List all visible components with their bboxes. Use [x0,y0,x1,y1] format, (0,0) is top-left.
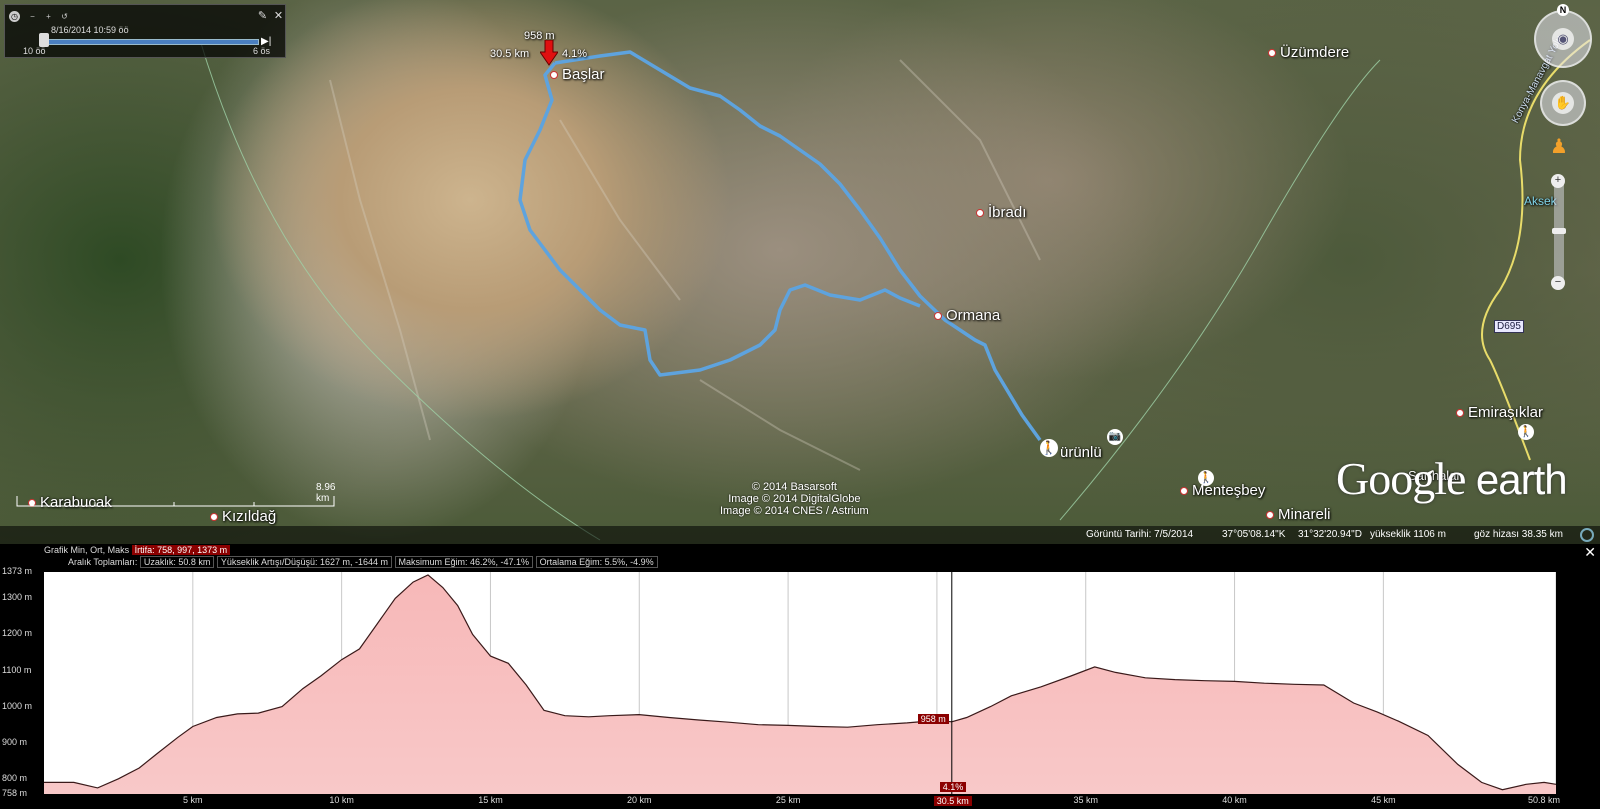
hiker-icon[interactable]: 🚶 [1040,439,1058,457]
y-tick-label: 1000 m [2,700,33,711]
slider-start-label: 10 öö [23,46,46,56]
x-tick-label: 5 km [183,795,203,805]
place-label[interactable]: ürünlü [1060,444,1102,461]
hiker-icon[interactable]: 🚶 [1198,470,1214,486]
place-label[interactable]: İbradı [976,204,1026,221]
altitude-stat[interactable]: İrtifa: 758, 997, 1373 m [131,545,231,555]
elevation-readout: yükseklik 1106 m [1370,529,1446,540]
x-tick-label: 45 km [1371,795,1396,805]
credit-line: © 2014 Basarsoft [751,481,837,493]
credit-line: Image © 2014 DigitalGlobe [728,493,861,505]
longitude: 31°32'20.94"D [1298,529,1362,540]
x-tick-label: 15 km [478,795,503,805]
time-slider-thumb[interactable] [39,33,49,47]
y-tick-label: 900 m [2,736,28,747]
look-joystick[interactable]: N ◉ [1534,4,1592,68]
zoom-minus-icon[interactable]: − [1551,276,1565,290]
credit-line: Image © 2014 CNES / Astrium [720,505,869,517]
status-bar: Görüntü Tarihi: 7/5/2014 37°05'08.14"K 3… [0,526,1600,544]
place-label[interactable]: Kızıldağ [210,508,276,525]
min-label: Min [70,545,86,555]
x-tick-label: 35 km [1073,795,1098,805]
place-label[interactable]: Emiraşıklar [1456,404,1543,421]
eye-icon: ◉ [1552,28,1574,50]
zoom-slider[interactable]: + − [1551,174,1566,290]
zoom-thumb[interactable] [1552,228,1566,234]
gain-loss-stat: Yükseklik Artışı/Düşüşü: 1627 m, -1644 m [216,556,392,568]
y-tick-label: 800 m [2,772,28,783]
place-label[interactable]: Ormana [934,307,1000,324]
scale-bar-graphic [16,496,335,507]
navigation-controls: N ◉ ✋ ♟ + − [1532,4,1592,300]
cursor-distance-label: 30.5 km [933,796,972,806]
place-label[interactable]: Menteşbey [1180,482,1265,499]
y-tick-label: 1100 m [2,664,32,675]
x-tick-label: 10 km [329,795,354,805]
imagery-date: Görüntü Tarihi: 7/5/2014 [1086,529,1194,540]
place-label[interactable]: Başlar [550,66,605,83]
y-tick-label: 1300 m [2,592,33,603]
zoom-out-icon[interactable]: − [27,11,38,22]
max-slope-stat: Maksimum Eğim: 46.2%, -47.1% [394,556,534,568]
cursor-slope-label: 4.1% [939,782,967,792]
imagery-credits: © 2014 Basarsoft Image © 2014 DigitalGlo… [720,481,869,517]
boundary-line [1059,59,1381,521]
y-tick-label: 1200 m [2,628,33,639]
move-joystick[interactable]: ✋ [1540,80,1586,126]
road-shield: D695 [1494,320,1524,333]
gps-track [518,50,1042,442]
x-tick-label: 50.8 km [1527,795,1561,805]
red-marker-arrow-icon [540,40,558,66]
place-label[interactable]: Üzümdere [1268,44,1349,61]
profile-stats-row-2: Aralık Toplamları: Uzaklık: 50.8 km Yüks… [68,556,658,568]
y-tick-label: 758 m [2,788,28,798]
avg-label: Ort [90,545,103,555]
street-view-pegman-icon[interactable]: ♟ [1550,134,1568,162]
close-icon[interactable]: ✕ [273,11,284,22]
elevation-profile-panel: Grafik Min, Ort, Maks İrtifa: 758, 997, … [0,544,1600,809]
boundary-line [199,39,601,541]
y-tick-label: 1373 m [2,566,33,576]
time-slider-panel: ◷ − + ↺ ✎ ✕ 8/16/2014 10:59 öö ▶| 10 öö … [4,4,286,58]
wrench-icon[interactable]: ✎ [257,11,268,22]
x-tick-label: 25 km [775,795,801,805]
x-tick-label: 40 km [1222,795,1247,805]
place-label[interactable]: Minareli [1266,506,1331,523]
cursor-elevation-label: 958 m [917,713,949,724]
elevation-chart[interactable] [44,572,1557,794]
eye-altitude: göz hizası 38.35 km [1474,529,1563,540]
reset-icon[interactable]: ↺ [59,11,70,22]
zoom-plus-icon[interactable]: + [1551,174,1565,188]
elevation-chart-svg[interactable] [44,572,1557,794]
clock-icon[interactable]: ◷ [9,11,20,22]
range-totals-label: Aralık Toplamları: [68,557,138,567]
x-tick-label: 20 km [627,795,652,805]
google-earth-logo: Google earth [1336,453,1568,504]
slider-datetime: 8/16/2014 10:59 öö [51,25,129,35]
map-view[interactable]: Başlar Üzümdere İbradı Ormana Karabucak … [0,0,1600,544]
hand-icon: ✋ [1552,92,1574,114]
zoom-in-icon[interactable]: + [43,11,54,22]
time-slider-track[interactable] [45,39,259,45]
north-icon[interactable]: N [1557,4,1569,16]
streaming-icon [1580,528,1594,542]
marker-distance-label: 30.5 km [490,48,530,60]
scale-bar: 8.96 km [16,482,336,508]
graph-label: Grafik [44,545,69,555]
close-profile-button[interactable]: ✕ [1584,544,1596,561]
scale-label: 8.96 km [316,482,336,504]
slider-end-label: 6 ös [253,46,271,56]
latitude: 37°05'08.14"K [1222,529,1286,540]
avg-slope-stat: Ortalama Eğim: 5.5%, -4.9% [535,556,658,568]
max-label: Maks [107,545,130,555]
elevation-area [44,574,1556,794]
profile-stats-row-1: Grafik Min, Ort, Maks İrtifa: 758, 997, … [44,545,231,555]
hiker-icon[interactable]: 🚶 [1518,424,1534,440]
distance-stat: Uzaklık: 50.8 km [139,556,215,568]
photo-icon[interactable]: 📷 [1107,429,1123,445]
marker-slope-label: 4.1% [562,48,588,60]
